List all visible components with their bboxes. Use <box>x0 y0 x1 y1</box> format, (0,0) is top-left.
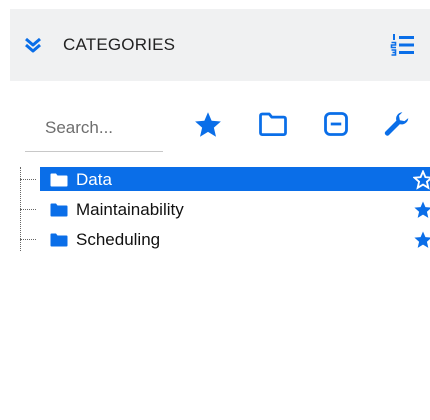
header-title: CATEGORIES <box>63 35 176 54</box>
tree-item-data[interactable]: Data <box>20 167 430 191</box>
star-outline-icon[interactable] <box>413 170 430 190</box>
ordered-list-icon[interactable] <box>390 33 416 57</box>
search-input[interactable] <box>25 104 163 152</box>
double-chevron-down-icon[interactable] <box>24 37 42 53</box>
wrench-icon[interactable] <box>382 110 412 140</box>
tree-item-label: Maintainability <box>76 200 184 219</box>
categories-header: CATEGORIES <box>10 9 430 81</box>
star-icon[interactable] <box>413 230 430 250</box>
star-icon[interactable] <box>413 200 430 220</box>
tree-item-label: Scheduling <box>76 230 161 249</box>
folder-icon <box>50 173 68 187</box>
star-icon[interactable] <box>192 110 224 140</box>
folder-icon[interactable] <box>258 110 288 138</box>
collapse-all-icon[interactable] <box>322 110 350 138</box>
tree-item-label: Data <box>76 170 112 189</box>
folder-icon <box>50 203 68 217</box>
folder-icon <box>50 233 68 247</box>
tree-item-scheduling[interactable]: Scheduling <box>20 227 430 251</box>
tree-item-maintainability[interactable]: Maintainability <box>20 197 430 221</box>
